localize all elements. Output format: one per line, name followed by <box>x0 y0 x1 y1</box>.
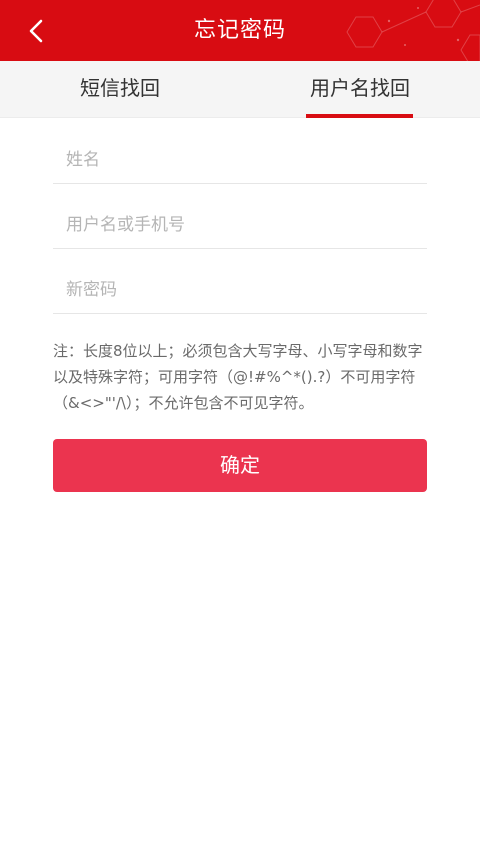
confirm-button[interactable]: 确定 <box>53 439 427 492</box>
page-title: 忘记密码 <box>193 18 286 43</box>
tab-username-recovery[interactable]: 用户名找回 <box>300 61 420 118</box>
new-password-input[interactable] <box>53 266 427 313</box>
password-rules-note: 注：长度8位以上；必须包含大写字母、小写字母和数字以及特殊字符；可用字符（@!#… <box>53 342 423 412</box>
name-input[interactable] <box>53 136 427 183</box>
header-bar: 忘记密码 <box>0 0 480 61</box>
tab-bar: 短信找回 用户名找回 <box>0 61 480 118</box>
active-tab-indicator <box>306 114 413 118</box>
username-input[interactable] <box>53 201 427 248</box>
password-field <box>53 266 427 314</box>
username-field <box>53 201 427 249</box>
name-field <box>53 136 427 184</box>
tab-sms-recovery[interactable]: 短信找回 <box>60 61 180 118</box>
